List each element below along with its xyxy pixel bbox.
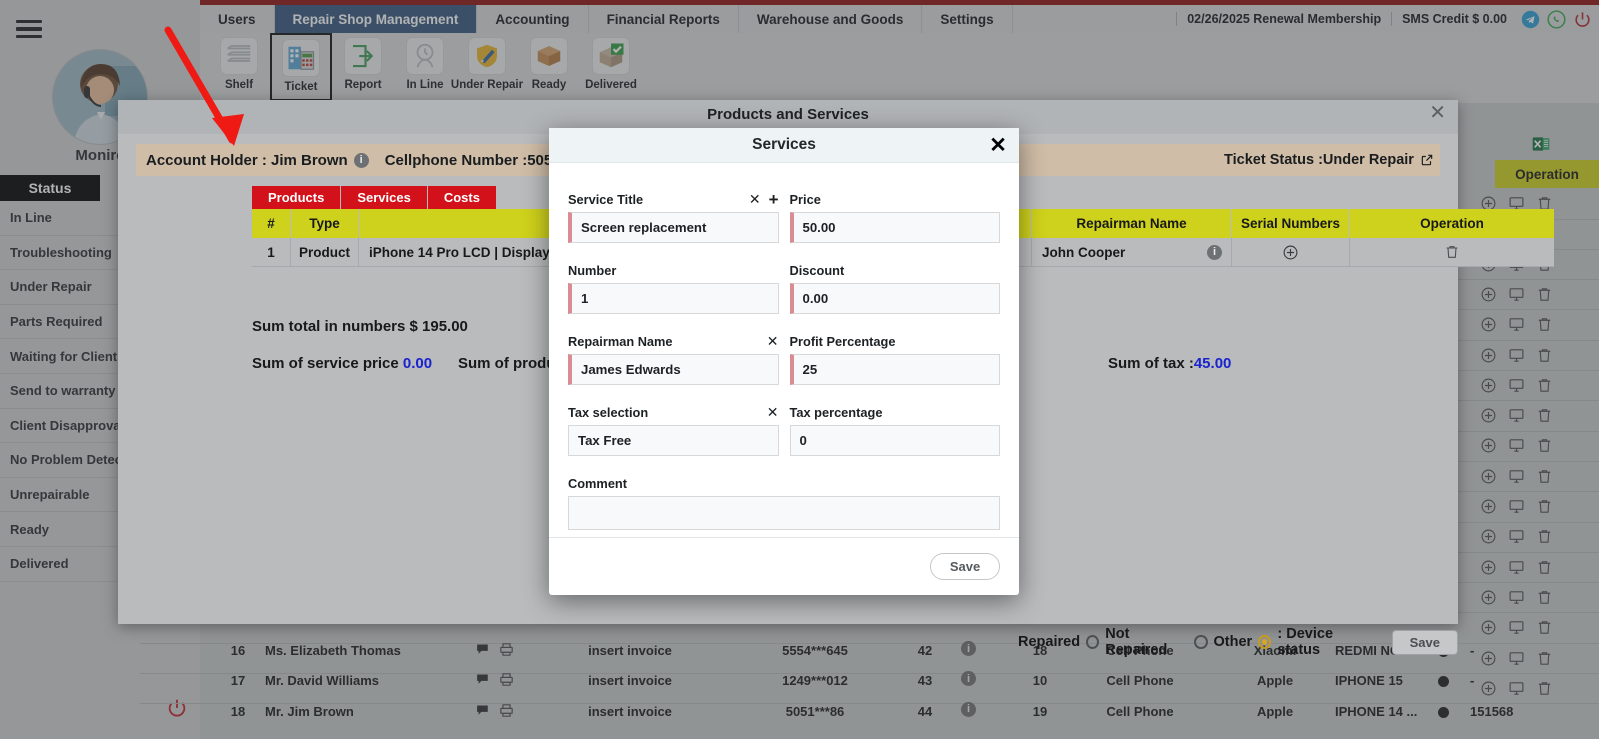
device-status-row: Repaired Not Repaired Other : Device sta… xyxy=(1018,626,1458,658)
radio-repaired[interactable] xyxy=(1086,635,1100,649)
sum-total-label: Sum total in numbers $ 195.00 xyxy=(252,318,468,335)
info-icon[interactable]: i xyxy=(353,152,369,168)
col-repairman: Repairman Name xyxy=(1032,209,1232,238)
price-input[interactable]: 50.00 xyxy=(789,212,1000,243)
col-num: # xyxy=(252,209,291,238)
products-modal-tab-costs[interactable]: Costs xyxy=(427,186,497,209)
services-modal-title: Services xyxy=(752,136,816,153)
products-modal-title: Products and Services xyxy=(707,106,869,123)
cell-serial xyxy=(1232,237,1350,267)
sum-service-price: Sum of service price 0.00 xyxy=(252,355,432,372)
tax-percentage-input[interactable]: 0 xyxy=(789,425,1000,456)
cellphone-label: Cellphone Number :5051*** xyxy=(384,151,579,169)
ticket-status-badge[interactable]: Ticket Status :Under Repair xyxy=(1218,144,1440,176)
add-serial-icon[interactable] xyxy=(1282,244,1299,261)
close-icon[interactable]: ✕ xyxy=(1429,103,1446,123)
external-link-icon xyxy=(1421,154,1433,166)
sum-tax-label: Sum of tax : xyxy=(1108,355,1194,372)
sum-service-label: Sum of service price xyxy=(252,355,399,372)
clear-icon[interactable]: ✕ xyxy=(767,334,779,348)
plus-icon[interactable]: + xyxy=(769,191,779,208)
col-type: Type xyxy=(291,209,359,238)
row-comment: Comment xyxy=(568,474,1000,530)
radio-label-not-repaired: Not Repaired xyxy=(1105,626,1168,658)
profit-percentage-input[interactable]: 25 xyxy=(789,354,1000,385)
cell-operation xyxy=(1350,238,1554,267)
trash-icon[interactable] xyxy=(1444,244,1460,260)
col-serial: Serial Numbers xyxy=(1232,209,1350,238)
number-input[interactable]: 1 xyxy=(568,283,779,314)
clear-icon[interactable]: ✕ xyxy=(749,192,761,206)
tax-percentage-label: Tax percentage xyxy=(789,404,883,420)
repairman-info-icon[interactable]: i xyxy=(1207,244,1222,260)
radio-label-other: Other xyxy=(1213,634,1253,650)
row-service-title-price: Service Title ✕ + Screen replacement Pri… xyxy=(568,190,1000,243)
services-modal: Services ✕ Service Title ✕ + Screen repl… xyxy=(549,128,1019,595)
close-icon[interactable]: ✕ xyxy=(985,132,1011,158)
discount-label: Discount xyxy=(789,262,845,278)
services-modal-header: Services ✕ xyxy=(549,128,1019,163)
cell-num: 1 xyxy=(252,237,291,267)
sum-product-label: Sum of produ xyxy=(458,355,556,372)
products-modal-tabs: Products Services Costs xyxy=(252,186,497,209)
service-title-input[interactable]: Screen replacement xyxy=(568,212,779,243)
repairman-value: John Cooper xyxy=(1042,244,1126,260)
sum-tax-value: 45.00 xyxy=(1193,355,1232,372)
device-status-save-button[interactable]: Save xyxy=(1391,629,1458,655)
products-modal-tab-services[interactable]: Services xyxy=(341,186,428,209)
col-operation: Operation xyxy=(1420,216,1484,231)
comment-label: Comment xyxy=(568,475,628,491)
repairman-name-input[interactable]: James Edwards xyxy=(568,354,779,385)
radio-label-repaired: Repaired xyxy=(1018,634,1081,650)
cell-type: Product xyxy=(291,237,359,267)
sum-tax: Sum of tax :45.00 xyxy=(1108,355,1231,372)
products-modal-tab-products[interactable]: Products xyxy=(252,186,342,209)
radio-other[interactable] xyxy=(1258,635,1272,649)
comment-textarea[interactable] xyxy=(568,496,1000,530)
tax-selection-input[interactable]: Tax Free xyxy=(568,425,779,456)
save-button[interactable]: Save xyxy=(930,553,1000,580)
services-modal-body: Service Title ✕ + Screen replacement Pri… xyxy=(549,163,1019,530)
discount-input[interactable]: 0.00 xyxy=(789,283,1000,314)
profit-percentage-label: Profit Percentage xyxy=(789,333,896,349)
ticket-status-label: Ticket Status :Under Repair xyxy=(1224,152,1414,168)
repairman-name-label: Repairman Name xyxy=(568,333,673,349)
cell-repairman: John Cooper i xyxy=(1032,237,1232,267)
device-status-suffix: : Device status xyxy=(1277,626,1334,658)
row-tax: Tax selection ✕ Tax Free Tax percentage … xyxy=(568,403,1000,456)
clear-icon[interactable]: ✕ xyxy=(767,405,779,419)
account-holder-label: Account Holder : Jim Brown xyxy=(146,151,348,169)
row-number-discount: Number 1 Discount 0.00 xyxy=(568,261,1000,314)
number-label: Number xyxy=(568,262,617,278)
tax-selection-label: Tax selection xyxy=(568,404,649,420)
radio-not-repaired[interactable] xyxy=(1194,635,1208,649)
services-modal-footer: Save xyxy=(549,537,1019,595)
service-title-label: Service Title xyxy=(568,191,644,207)
sum-service-value: 0.00 xyxy=(402,355,433,372)
price-label: Price xyxy=(789,191,821,207)
row-repairman-profit: Repairman Name ✕ James Edwards Profit Pe… xyxy=(568,332,1000,385)
